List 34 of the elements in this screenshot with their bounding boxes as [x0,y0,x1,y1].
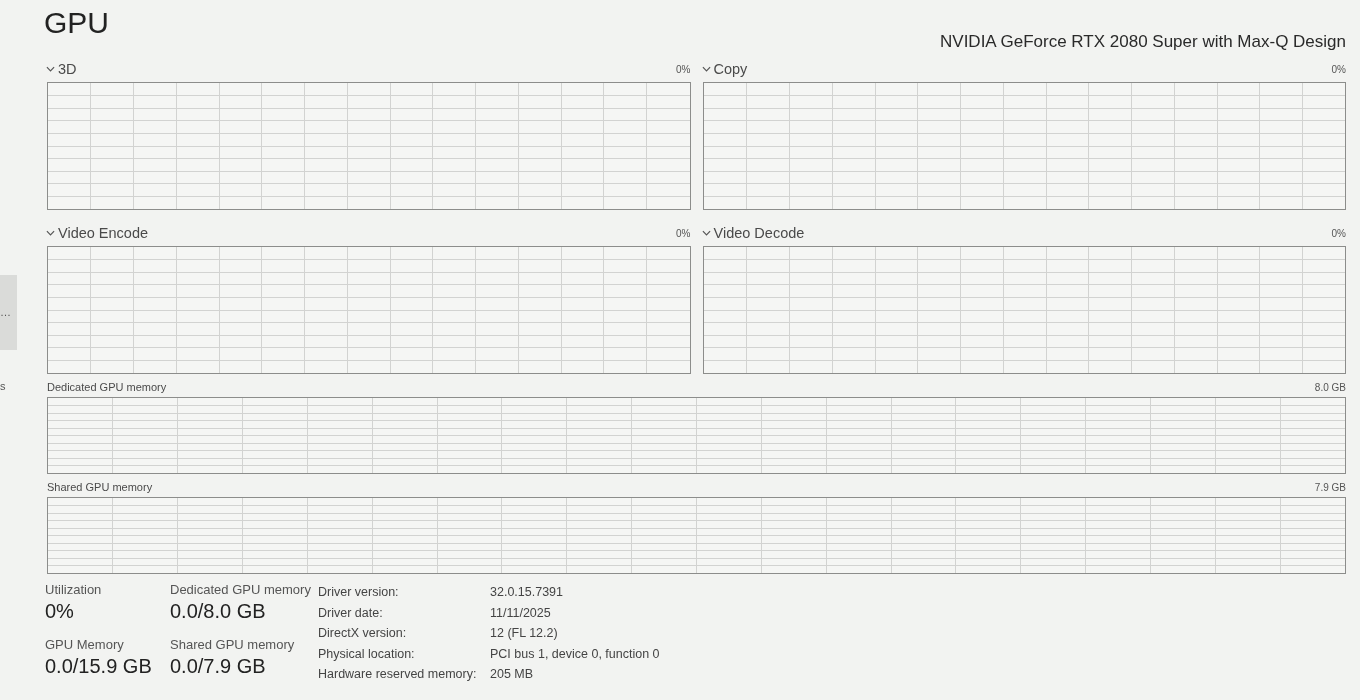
stat-label: Shared GPU memory [170,637,295,654]
usage-percentage: 0% [676,63,691,77]
device-name: NVIDIA GeForce RTX 2080 Super with Max-Q Design [940,32,1346,52]
sidebar-item[interactable]: s [0,380,6,393]
page-title: GPU [44,6,109,40]
stat-value: 0.0/7.9 GB [170,654,266,680]
property-label: Physical location: [318,646,415,661]
engine-dropdown[interactable]: Copy [701,60,750,78]
usage-percentage: 0% [1331,227,1346,241]
engine-dropdown[interactable]: Video Encode [46,224,151,242]
stat-value: 0.0/8.0 GB [170,599,266,624]
graph-max-label: 7.9 GB [1314,482,1346,494]
graph-max-label: 8.0 GB [1314,382,1346,394]
property-value: PCI bus 1, device 0, function 0 [490,646,660,661]
property-value: 11/11/2025 [490,605,551,620]
property-value: 205 MB [490,667,534,682]
stat-label: Dedicated GPU memory [170,582,311,598]
sidebar-item[interactable]: … [0,275,17,350]
stat-value: 0% [45,599,74,624]
graph-label: Dedicated GPU memory [47,381,167,394]
property-label: Driver date: [318,605,383,620]
stat-value: 0.0/15.9 GB [45,654,152,680]
usage-percentage: 0% [1331,63,1346,77]
property-label: Hardware reserved memory: [318,667,477,682]
property-label: Driver version: [318,585,399,600]
property-value: 12 (FL 12.2) [490,626,558,641]
engine-dropdown[interactable]: 3D [46,60,79,78]
stat-label: GPU Memory [45,637,124,654]
property-label: DirectX version: [318,626,407,641]
property-value: 32.0.15.7391 [490,585,563,600]
engine-dropdown[interactable]: Video Decode [701,224,807,242]
stat-label: Utilization [45,582,102,598]
graph-label: Shared GPU memory [47,481,153,494]
usage-percentage: 0% [676,227,691,241]
